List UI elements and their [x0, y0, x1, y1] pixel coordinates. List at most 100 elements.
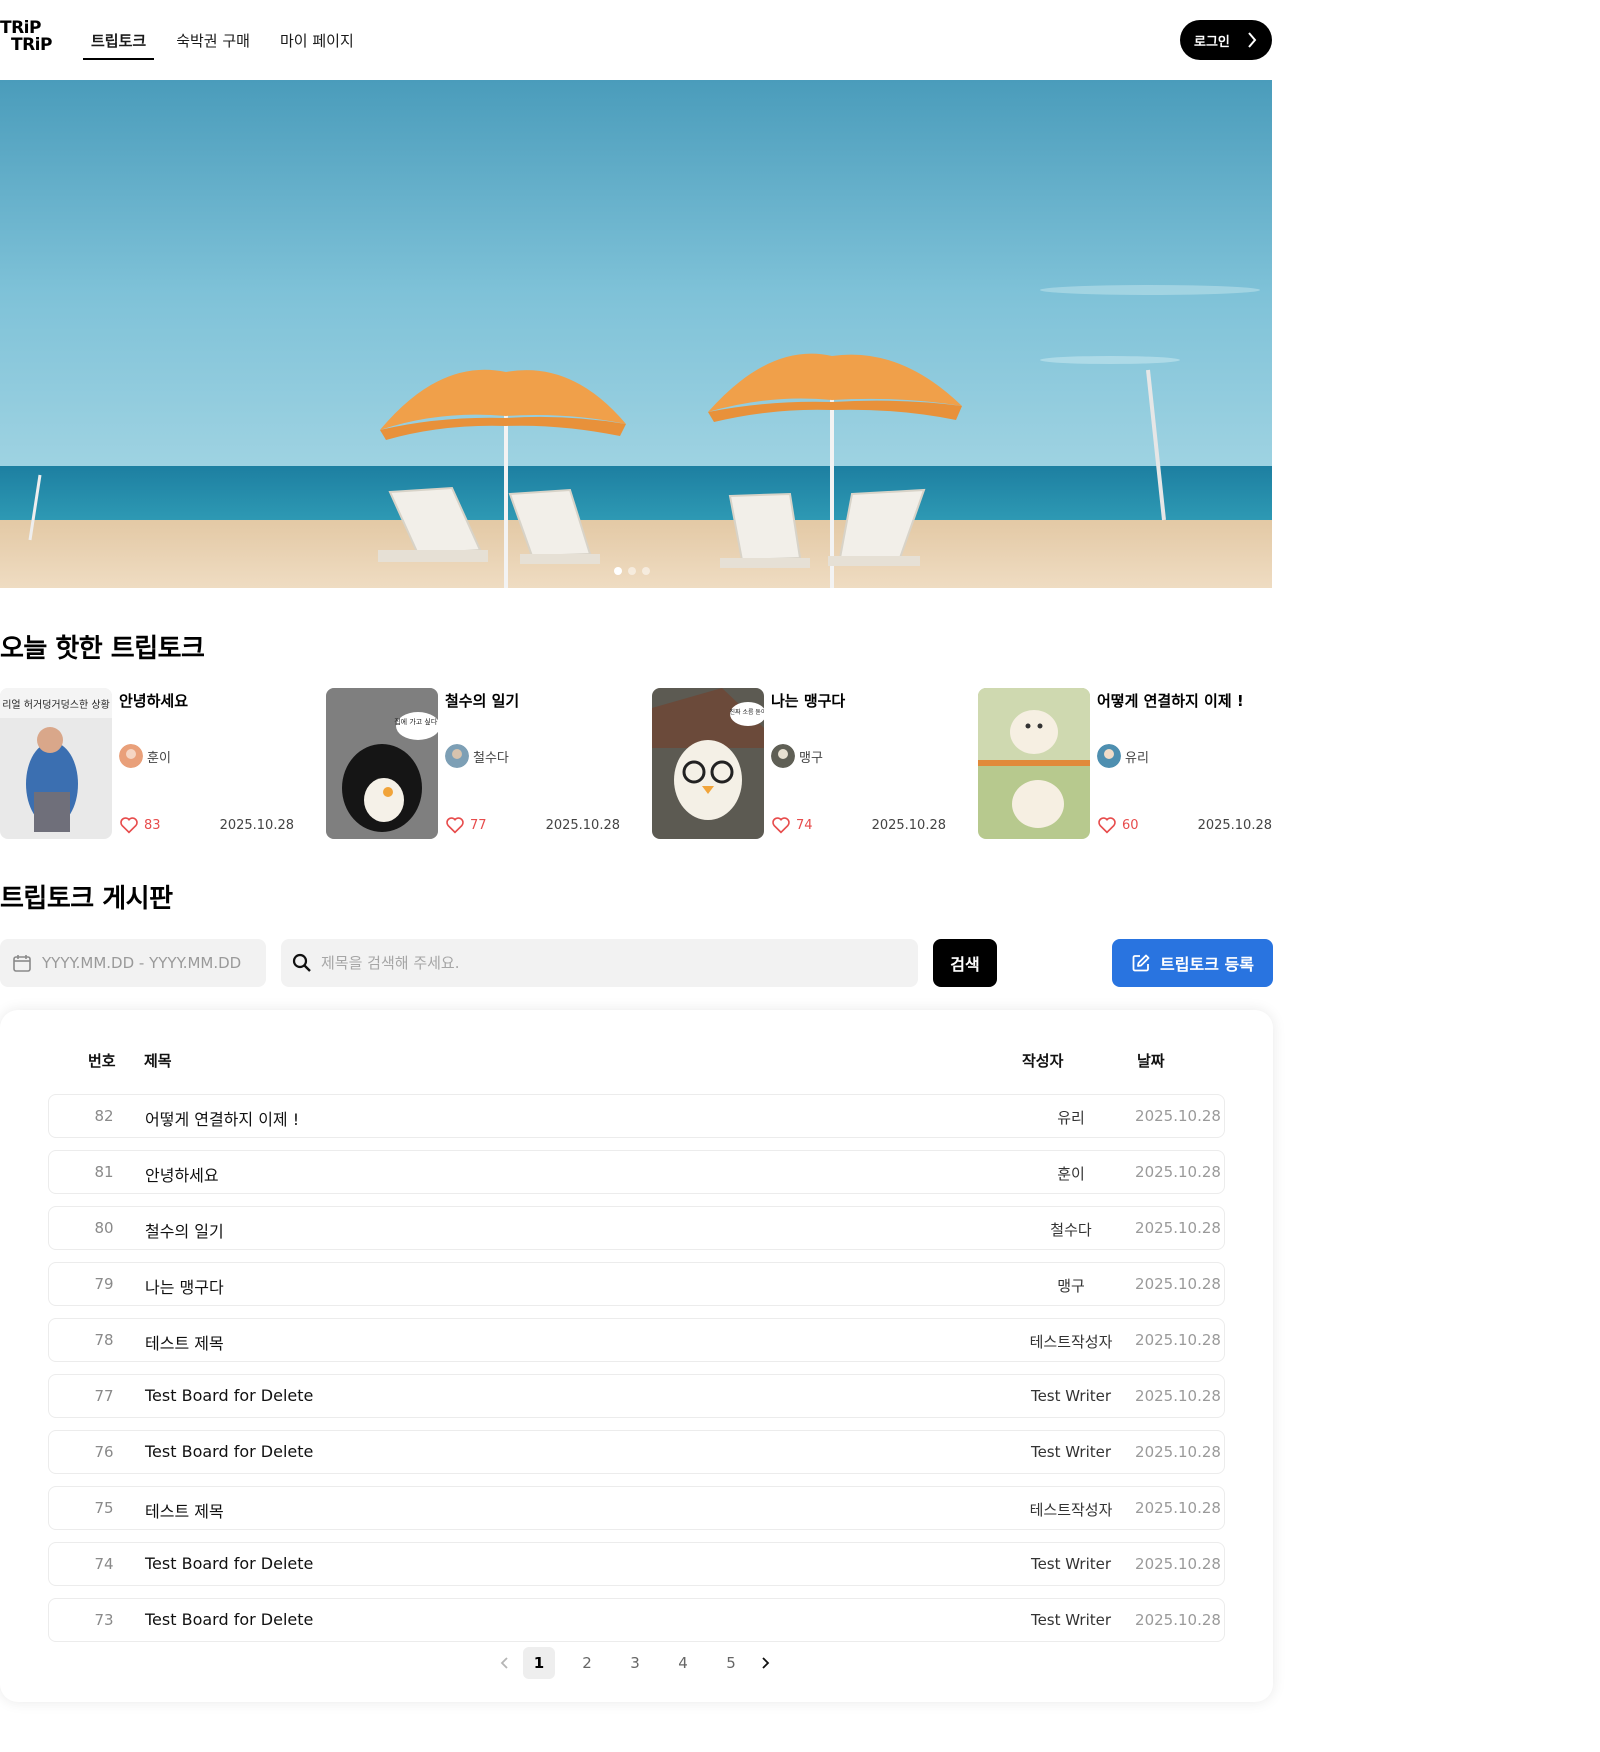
- hot-card[interactable]: 어떻게 연결하지 이제 ! 유리 60 2025.10.28: [978, 688, 1278, 840]
- page-2-button[interactable]: 2: [571, 1647, 603, 1679]
- table-row[interactable]: 75 테스트 제목 테스트작성자 2025.10.28: [48, 1486, 1225, 1530]
- hot-card-title: 나는 맹구다: [771, 692, 846, 710]
- hot-section-title: 오늘 핫한 트립토크: [0, 634, 205, 664]
- avatar: [1097, 744, 1121, 768]
- register-triptalk-button[interactable]: 트립토크 등록: [1112, 939, 1273, 987]
- table-row[interactable]: 73 Test Board for Delete Test Writer 202…: [48, 1598, 1225, 1642]
- table-row[interactable]: 82 어떻게 연결하지 이제 ! 유리 2025.10.28: [48, 1094, 1225, 1138]
- row-number: 82: [94, 1107, 114, 1125]
- hot-card-thumbnail: 리얼 허거덩거덩스한 상황: [0, 688, 112, 839]
- hot-card-thumbnail: [978, 688, 1090, 839]
- hot-card-date: 2025.10.28: [219, 818, 294, 833]
- like-count-value: 60: [1122, 817, 1139, 833]
- edit-icon: [1132, 954, 1150, 972]
- prev-page-button[interactable]: [495, 1647, 515, 1679]
- hot-card-thumbnail: 진짜 소름 돋아: [652, 688, 764, 839]
- like-count[interactable]: 74: [771, 816, 813, 834]
- hot-card-author: 맹구: [799, 751, 823, 766]
- row-date: 2025.10.28: [1135, 1275, 1221, 1293]
- page-5-button[interactable]: 5: [715, 1647, 747, 1679]
- tab-triptalk[interactable]: 트립토크: [83, 0, 155, 80]
- calendar-icon: [13, 955, 31, 972]
- row-date: 2025.10.28: [1135, 1555, 1221, 1573]
- hero-banner[interactable]: [0, 80, 1272, 588]
- table-row[interactable]: 77 Test Board for Delete Test Writer 202…: [48, 1374, 1225, 1418]
- table-row[interactable]: 81 안녕하세요 훈이 2025.10.28: [48, 1150, 1225, 1194]
- chevron-right-icon: [1248, 32, 1257, 48]
- chevron-left-icon: [500, 1657, 508, 1669]
- like-count[interactable]: 60: [1097, 816, 1139, 834]
- hot-card[interactable]: 진짜 소름 돋아 나는 맹구다 맹구 74 2025.10.28: [652, 688, 952, 840]
- table-row[interactable]: 79 나는 맹구다 맹구 2025.10.28: [48, 1262, 1225, 1306]
- slide-dot[interactable]: [642, 567, 650, 575]
- table-row[interactable]: 76 Test Board for Delete Test Writer 202…: [48, 1430, 1225, 1474]
- heart-icon: [120, 817, 138, 834]
- hot-card-thumbnail: 집에 가고 싶다..: [326, 688, 438, 839]
- hot-card-thumb-caption: 리얼 허거덩거덩스한 상황: [2, 699, 110, 711]
- row-title: Test Board for Delete: [145, 1554, 314, 1573]
- like-count-value: 83: [144, 817, 161, 833]
- tab-voucher-purchase[interactable]: 숙박권 구매: [168, 0, 258, 80]
- hot-card[interactable]: 리얼 허거덩거덩스한 상황 안녕하세요 훈이 83 2025.10.28: [0, 688, 300, 840]
- row-date: 2025.10.28: [1135, 1499, 1221, 1517]
- column-header-title: 제목: [144, 1052, 172, 1070]
- date-range-placeholder: YYYY.MM.DD - YYYY.MM.DD: [42, 954, 242, 972]
- slide-dot[interactable]: [628, 567, 636, 575]
- hot-card-thumb-caption: 집에 가고 싶다..: [394, 717, 438, 726]
- row-date: 2025.10.28: [1135, 1107, 1221, 1125]
- hot-card[interactable]: 집에 가고 싶다.. 철수의 일기 철수다 77 2025.10.28: [326, 688, 626, 840]
- row-number: 80: [94, 1219, 114, 1237]
- table-row[interactable]: 80 철수의 일기 철수다 2025.10.28: [48, 1206, 1225, 1250]
- hot-card-date: 2025.10.28: [1197, 818, 1272, 833]
- top-header: TRiP TRiP 트립토크 숙박권 구매 마이 페이지 로그인: [0, 0, 1272, 80]
- row-date: 2025.10.28: [1135, 1163, 1221, 1181]
- avatar: [771, 744, 795, 768]
- row-number: 74: [94, 1555, 114, 1573]
- logo[interactable]: TRiP TRiP: [0, 20, 60, 60]
- hot-card-author: 유리: [1125, 751, 1149, 766]
- row-number: 73: [94, 1611, 114, 1629]
- heart-icon: [1098, 817, 1116, 834]
- row-title: 철수의 일기: [145, 1222, 224, 1241]
- row-title: Test Board for Delete: [145, 1610, 314, 1629]
- row-number: 77: [94, 1387, 114, 1405]
- hot-card-author: 철수다: [473, 751, 509, 766]
- slide-dot[interactable]: [614, 567, 622, 575]
- like-count-value: 74: [796, 817, 813, 833]
- main-nav: 트립토크 숙박권 구매 마이 페이지: [83, 0, 376, 80]
- row-number: 78: [94, 1331, 114, 1349]
- row-title: 테스트 제목: [145, 1334, 224, 1353]
- row-date: 2025.10.28: [1135, 1331, 1221, 1349]
- like-count-value: 77: [470, 817, 487, 833]
- pagination: 1 2 3 4 5: [495, 1647, 775, 1679]
- date-range-picker[interactable]: YYYY.MM.DD - YYYY.MM.DD: [0, 939, 266, 987]
- next-page-button[interactable]: [755, 1647, 775, 1679]
- table-row[interactable]: 78 테스트 제목 테스트작성자 2025.10.28: [48, 1318, 1225, 1362]
- row-title: Test Board for Delete: [145, 1442, 314, 1461]
- row-title: Test Board for Delete: [145, 1386, 314, 1405]
- like-count[interactable]: 83: [119, 816, 161, 834]
- row-number: 81: [94, 1163, 114, 1181]
- register-triptalk-label: 트립토크 등록: [1160, 955, 1254, 974]
- slide-indicator: [614, 567, 650, 575]
- page-1-button[interactable]: 1: [523, 1647, 555, 1679]
- like-count[interactable]: 77: [445, 816, 487, 834]
- login-button[interactable]: 로그인: [1180, 20, 1272, 60]
- page-3-button[interactable]: 3: [619, 1647, 651, 1679]
- row-title: 안녕하세요: [145, 1166, 219, 1185]
- search-button[interactable]: 검색: [933, 939, 997, 987]
- row-title: 테스트 제목: [145, 1502, 224, 1521]
- row-date: 2025.10.28: [1135, 1443, 1221, 1461]
- chevron-right-icon: [762, 1657, 770, 1669]
- row-number: 79: [94, 1275, 114, 1293]
- table-row[interactable]: 74 Test Board for Delete Test Writer 202…: [48, 1542, 1225, 1586]
- search-input[interactable]: [321, 954, 881, 972]
- hot-card-date: 2025.10.28: [545, 818, 620, 833]
- hot-card-title: 어떻게 연결하지 이제 !: [1097, 692, 1244, 710]
- row-date: 2025.10.28: [1135, 1387, 1221, 1405]
- page-4-button[interactable]: 4: [667, 1647, 699, 1679]
- column-header-date: 날짜: [1137, 1052, 1165, 1070]
- hot-card-title: 철수의 일기: [445, 692, 520, 710]
- tab-my-page[interactable]: 마이 페이지: [272, 0, 362, 80]
- search-field[interactable]: [281, 939, 918, 987]
